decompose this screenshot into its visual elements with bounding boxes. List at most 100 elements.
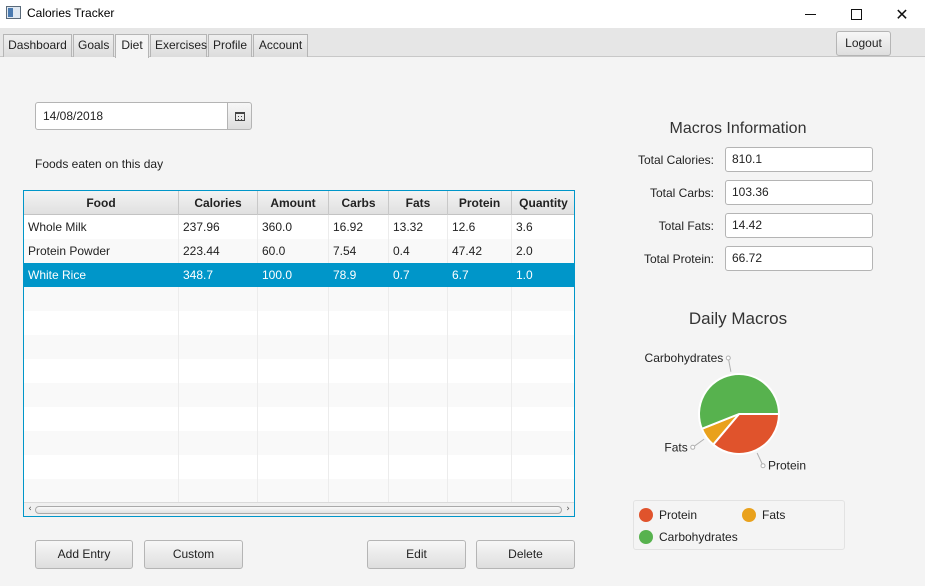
total-fats-label: Total Fats:: [658, 219, 714, 233]
macros-title: Macros Information: [669, 120, 807, 137]
maximize-icon: [850, 8, 862, 20]
scroll-left-icon[interactable]: ‹: [25, 504, 35, 515]
column-separator: [178, 311, 179, 335]
column-separator: [257, 335, 258, 359]
column-separator: [511, 311, 512, 335]
window-title: Calories Tracker: [27, 6, 115, 20]
column-separator: [178, 335, 179, 359]
logout-button[interactable]: Logout: [836, 31, 891, 56]
empty-table-row: [24, 335, 574, 359]
column-separator: [257, 455, 258, 479]
column-separator: [388, 431, 389, 455]
total-carbs-field[interactable]: 103.36: [725, 180, 873, 205]
column-separator: [257, 359, 258, 383]
cell-carbs: 78.9: [329, 263, 389, 287]
close-button[interactable]: ✕: [879, 0, 925, 28]
date-input[interactable]: 14/08/2018: [35, 102, 228, 130]
maximize-button[interactable]: [833, 0, 879, 28]
scrollbar-thumb[interactable]: [35, 506, 562, 514]
legend-label-carbohydrates: Carbohydrates: [659, 530, 738, 544]
empty-table-row: [24, 359, 574, 383]
foods-table[interactable]: Food Calories Amount Carbs Fats Protein …: [23, 190, 575, 517]
legend-swatch-protein: [639, 508, 653, 522]
cell-carbs: 16.92: [329, 215, 389, 239]
title-bar: Calories Tracker ✕: [0, 0, 925, 28]
calendar-button[interactable]: [227, 102, 252, 130]
close-icon: ✕: [895, 4, 909, 24]
column-header-amount[interactable]: Amount: [258, 191, 329, 215]
column-separator: [511, 383, 512, 407]
column-separator: [328, 383, 329, 407]
column-separator: [511, 455, 512, 479]
cell-quantity: 3.6: [512, 215, 574, 239]
column-separator: [178, 383, 179, 407]
delete-button[interactable]: Delete: [476, 540, 575, 569]
scroll-right-icon[interactable]: ›: [563, 504, 573, 515]
cell-food: Protein Powder: [24, 239, 179, 263]
column-header-quantity[interactable]: Quantity: [512, 191, 574, 215]
column-separator: [447, 431, 448, 455]
total-calories-field[interactable]: 810.1: [725, 147, 873, 172]
table-body: Whole Milk 237.96 360.0 16.92 13.32 12.6…: [24, 215, 574, 503]
total-fats-field[interactable]: 14.42: [725, 213, 873, 238]
empty-table-row: [24, 431, 574, 455]
tab-bar: Dashboard Goals Diet Exercises Profile A…: [0, 28, 925, 58]
tab-profile[interactable]: Profile: [208, 34, 252, 57]
legend-swatch-fats: [742, 508, 756, 522]
column-separator: [447, 407, 448, 431]
cell-protein: 47.42: [448, 239, 512, 263]
pie-leader-dot: [725, 355, 731, 361]
minimize-button[interactable]: [787, 0, 833, 28]
tab-diet[interactable]: Diet: [115, 34, 149, 58]
column-header-fats[interactable]: Fats: [389, 191, 448, 215]
column-separator: [388, 311, 389, 335]
tab-goals[interactable]: Goals: [73, 34, 114, 57]
tab-exercises[interactable]: Exercises: [150, 34, 207, 57]
table-header: Food Calories Amount Carbs Fats Protein …: [24, 191, 574, 215]
empty-table-row: [24, 383, 574, 407]
column-separator: [447, 479, 448, 503]
custom-button[interactable]: Custom: [144, 540, 243, 569]
cell-amount: 100.0: [258, 263, 329, 287]
column-separator: [328, 407, 329, 431]
table-row-selected[interactable]: White Rice 348.7 100.0 78.9 0.7 6.7 1.0: [24, 263, 574, 287]
column-separator: [328, 335, 329, 359]
column-separator: [511, 407, 512, 431]
cell-calories: 223.44: [179, 239, 258, 263]
column-separator: [178, 359, 179, 383]
column-separator: [511, 287, 512, 311]
legend-swatch-carbohydrates: [639, 530, 653, 544]
tab-account[interactable]: Account: [253, 34, 308, 57]
column-header-calories[interactable]: Calories: [179, 191, 258, 215]
cell-amount: 360.0: [258, 215, 329, 239]
edit-button[interactable]: Edit: [367, 540, 466, 569]
cell-fats: 0.7: [389, 263, 448, 287]
cell-protein: 6.7: [448, 263, 512, 287]
cell-fats: 0.4: [389, 239, 448, 263]
table-row[interactable]: Whole Milk 237.96 360.0 16.92 13.32 12.6…: [24, 215, 574, 239]
legend-item-fats: Fats: [742, 507, 785, 523]
total-protein-field[interactable]: 66.72: [725, 246, 873, 271]
column-separator: [178, 431, 179, 455]
foods-eaten-label: Foods eaten on this day: [35, 157, 164, 171]
column-header-food[interactable]: Food: [24, 191, 179, 215]
add-entry-button[interactable]: Add Entry: [35, 540, 133, 569]
cell-quantity: 1.0: [512, 263, 574, 287]
table-row[interactable]: Protein Powder 223.44 60.0 7.54 0.4 47.4…: [24, 239, 574, 263]
horizontal-scrollbar[interactable]: ‹ ›: [24, 502, 574, 516]
minimize-icon: [804, 13, 816, 15]
column-header-protein[interactable]: Protein: [448, 191, 512, 215]
pie-label-protein: Protein: [768, 459, 806, 473]
column-separator: [447, 359, 448, 383]
cell-calories: 348.7: [179, 263, 258, 287]
column-separator: [447, 455, 448, 479]
tab-dashboard[interactable]: Dashboard: [3, 34, 72, 57]
cell-fats: 13.32: [389, 215, 448, 239]
cell-amount: 60.0: [258, 239, 329, 263]
empty-table-row: [24, 479, 574, 503]
chart-title: Daily Macros: [688, 309, 788, 328]
cell-calories: 237.96: [179, 215, 258, 239]
app-icon: [6, 6, 21, 19]
column-header-carbs[interactable]: Carbs: [329, 191, 389, 215]
column-separator: [178, 455, 179, 479]
